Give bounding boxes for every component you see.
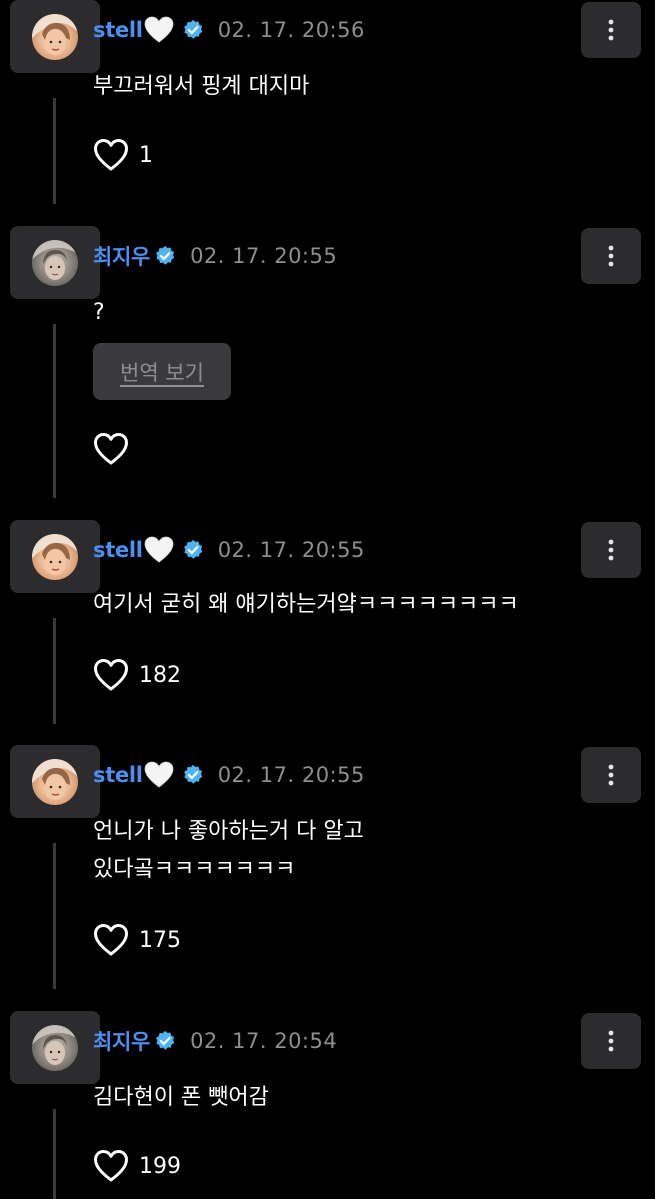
verified-badge-icon xyxy=(182,764,204,786)
username[interactable]: stell xyxy=(93,538,143,562)
white-heart-icon xyxy=(144,536,174,564)
comment-item: stell 02. 17. 20:56 부끄러워서 핑계 대지마 1 xyxy=(0,0,655,210)
more-vertical-icon xyxy=(607,244,615,268)
comment-item: 최지우 02. 17. 20:55 ? 번역 보기 xyxy=(0,226,655,506)
avatar-stell-icon xyxy=(32,534,78,580)
timestamp: 02. 17. 20:56 xyxy=(217,18,365,42)
heart-outline-icon[interactable] xyxy=(93,138,129,172)
like-row: 1 xyxy=(93,137,153,173)
avatar[interactable] xyxy=(10,745,100,818)
comment-item: stell 02. 17. 20:55 여기서 굳히 왜 얘기하는거얔ㅋㅋㅋㅋㅋ… xyxy=(0,520,655,730)
comment-item: stell 02. 17. 20:55 언니가 나 좋아하는거 다 알고 있다곸… xyxy=(0,745,655,995)
comment-header: stell 02. 17. 20:55 xyxy=(93,759,365,791)
like-count: 182 xyxy=(139,662,181,688)
more-options-button[interactable] xyxy=(581,747,641,803)
username[interactable]: 최지우 xyxy=(93,1026,150,1056)
thread-line xyxy=(53,324,56,498)
more-options-button[interactable] xyxy=(581,228,641,284)
timestamp: 02. 17. 20:55 xyxy=(217,538,365,562)
heart-outline-icon[interactable] xyxy=(93,1149,129,1183)
timestamp: 02. 17. 20:54 xyxy=(190,1029,338,1053)
comment-text: 김다현이 폰 뺏어감 xyxy=(93,1079,269,1117)
like-row: 175 xyxy=(93,922,181,958)
comment-text-line: ? xyxy=(93,300,105,325)
like-count: 1 xyxy=(139,142,153,168)
avatar[interactable] xyxy=(10,0,100,73)
username[interactable]: 최지우 xyxy=(93,241,150,271)
verified-badge-icon xyxy=(154,1030,176,1052)
comment-header: stell 02. 17. 20:56 xyxy=(93,14,365,46)
like-count: 175 xyxy=(139,927,181,953)
verified-badge-icon xyxy=(182,19,204,41)
more-vertical-icon xyxy=(607,538,615,562)
comment-text: 여기서 굳히 왜 얘기하는거얔ㅋㅋㅋㅋㅋㅋㅋㅋ xyxy=(93,586,519,624)
thread-line xyxy=(53,98,56,204)
comment-header: 최지우 02. 17. 20:54 xyxy=(93,1025,337,1057)
more-options-button[interactable] xyxy=(581,2,641,58)
more-vertical-icon xyxy=(607,763,615,787)
white-heart-icon xyxy=(144,16,174,44)
avatar-jiwoo-icon xyxy=(32,1025,78,1071)
thread-line xyxy=(53,1109,56,1199)
avatar-jiwoo-icon xyxy=(32,240,78,286)
comment-text: ? xyxy=(93,294,105,332)
username[interactable]: stell xyxy=(93,763,143,787)
like-row: 182 xyxy=(93,657,181,693)
avatar-stell-icon xyxy=(32,759,78,805)
comment-text: 부끄러워서 핑계 대지마 xyxy=(93,68,309,106)
heart-outline-icon[interactable] xyxy=(93,923,129,957)
verified-badge-icon xyxy=(154,245,176,267)
thread-line xyxy=(53,843,56,989)
heart-outline-icon[interactable] xyxy=(93,658,129,692)
white-heart-icon xyxy=(144,761,174,789)
comment-text: 언니가 나 좋아하는거 다 알고 있다곸ㅋㅋㅋㅋㅋㅋㅋ xyxy=(93,813,364,889)
see-translation-label: 번역 보기 xyxy=(120,360,204,385)
verified-badge-icon xyxy=(182,539,204,561)
thread-line xyxy=(53,618,56,724)
comment-item: 최지우 02. 17. 20:54 김다현이 폰 뺏어감 199 xyxy=(0,1011,655,1199)
like-count: 199 xyxy=(139,1153,181,1179)
like-row: 199 xyxy=(93,1148,181,1184)
username[interactable]: stell xyxy=(93,18,143,42)
heart-outline-icon[interactable] xyxy=(93,432,129,466)
comment-text-line: 있다곸ㅋㅋㅋㅋㅋㅋㅋ xyxy=(93,857,296,882)
avatar[interactable] xyxy=(10,226,100,299)
more-vertical-icon xyxy=(607,18,615,42)
more-vertical-icon xyxy=(607,1029,615,1053)
like-row xyxy=(93,431,139,467)
comment-text-line: 여기서 굳히 왜 얘기하는거얔ㅋㅋㅋㅋㅋㅋㅋㅋ xyxy=(93,592,519,617)
see-translation-button[interactable]: 번역 보기 xyxy=(93,343,231,400)
timestamp: 02. 17. 20:55 xyxy=(217,763,365,787)
comment-header: stell 02. 17. 20:55 xyxy=(93,534,365,566)
timestamp: 02. 17. 20:55 xyxy=(190,244,338,268)
more-options-button[interactable] xyxy=(581,1013,641,1069)
avatar[interactable] xyxy=(10,520,100,593)
avatar[interactable] xyxy=(10,1011,100,1084)
comment-text-line: 김다현이 폰 뺏어감 xyxy=(93,1085,269,1110)
more-options-button[interactable] xyxy=(581,522,641,578)
avatar-stell-icon xyxy=(32,14,78,60)
comment-text-line: 언니가 나 좋아하는거 다 알고 xyxy=(93,819,364,844)
comment-text-line: 부끄러워서 핑계 대지마 xyxy=(93,74,310,99)
comment-header: 최지우 02. 17. 20:55 xyxy=(93,240,337,272)
